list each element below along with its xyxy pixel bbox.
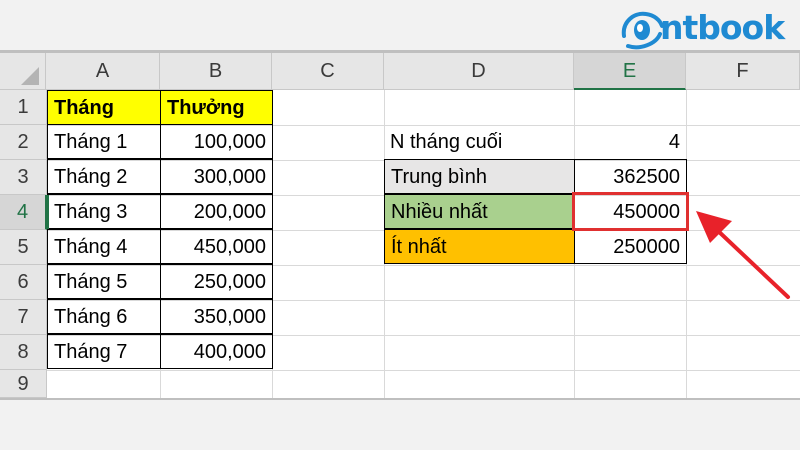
cell-d2[interactable]: N tháng cuối	[384, 125, 574, 160]
row-header-6[interactable]: 6	[0, 265, 47, 300]
cell-a1[interactable]: Tháng	[47, 90, 161, 125]
cell-a2[interactable]: Tháng 1	[47, 124, 161, 159]
column-header-f[interactable]: F	[686, 53, 800, 90]
cell-b8[interactable]: 400,000	[160, 334, 273, 369]
cell-d3[interactable]: Trung bình	[384, 159, 575, 194]
cell-e5[interactable]: 250000	[574, 229, 687, 264]
cell-b2[interactable]: 100,000	[160, 124, 273, 159]
column-header-a[interactable]: A	[46, 53, 160, 90]
row-header-1[interactable]: 1	[0, 90, 47, 125]
ntbook-logo: ntbook	[618, 4, 798, 50]
select-all-corner[interactable]	[0, 53, 46, 90]
selected-cell-highlight	[572, 192, 689, 231]
cell-a3[interactable]: Tháng 2	[47, 159, 161, 194]
cell-b5[interactable]: 450,000	[160, 229, 273, 264]
row-header-3[interactable]: 3	[0, 160, 47, 195]
column-header-b[interactable]: B	[160, 53, 272, 90]
cell-d5[interactable]: Ít nhất	[384, 229, 575, 264]
row-header-2[interactable]: 2	[0, 125, 47, 160]
logo-text: ntbook	[660, 8, 785, 47]
cell-a5[interactable]: Tháng 4	[47, 229, 161, 264]
cell-a6[interactable]: Tháng 5	[47, 264, 161, 299]
sheet-bottom-border	[0, 398, 800, 400]
row-header-8[interactable]: 8	[0, 335, 47, 370]
cell-b6[interactable]: 250,000	[160, 264, 273, 299]
cell-a7[interactable]: Tháng 6	[47, 299, 161, 334]
cell-a8[interactable]: Tháng 7	[47, 334, 161, 369]
cell-e3[interactable]: 362500	[574, 159, 687, 194]
logo-swirl-icon	[621, 11, 664, 50]
cell-b4[interactable]: 200,000	[160, 194, 273, 229]
column-header-d[interactable]: D	[384, 53, 574, 90]
cell-b3[interactable]: 300,000	[160, 159, 273, 194]
cell-e2[interactable]: 4	[574, 125, 686, 160]
red-arrow-icon	[696, 211, 790, 299]
cell-a4[interactable]: Tháng 3	[47, 194, 161, 229]
row-header-7[interactable]: 7	[0, 300, 47, 335]
cell-b7[interactable]: 350,000	[160, 299, 273, 334]
row-header-9[interactable]: 9	[0, 370, 47, 398]
cell-b1[interactable]: Thưởng	[160, 90, 273, 125]
column-header-e[interactable]: E	[574, 53, 686, 90]
cell-d4[interactable]: Nhiều nhất	[384, 194, 575, 229]
spreadsheet: A B C D E F 1 2 3 4 5 6 7 8 9 Tháng Thưở…	[0, 50, 800, 400]
column-header-c[interactable]: C	[272, 53, 384, 90]
row-header-5[interactable]: 5	[0, 230, 47, 265]
row-header-4[interactable]: 4	[0, 195, 47, 230]
